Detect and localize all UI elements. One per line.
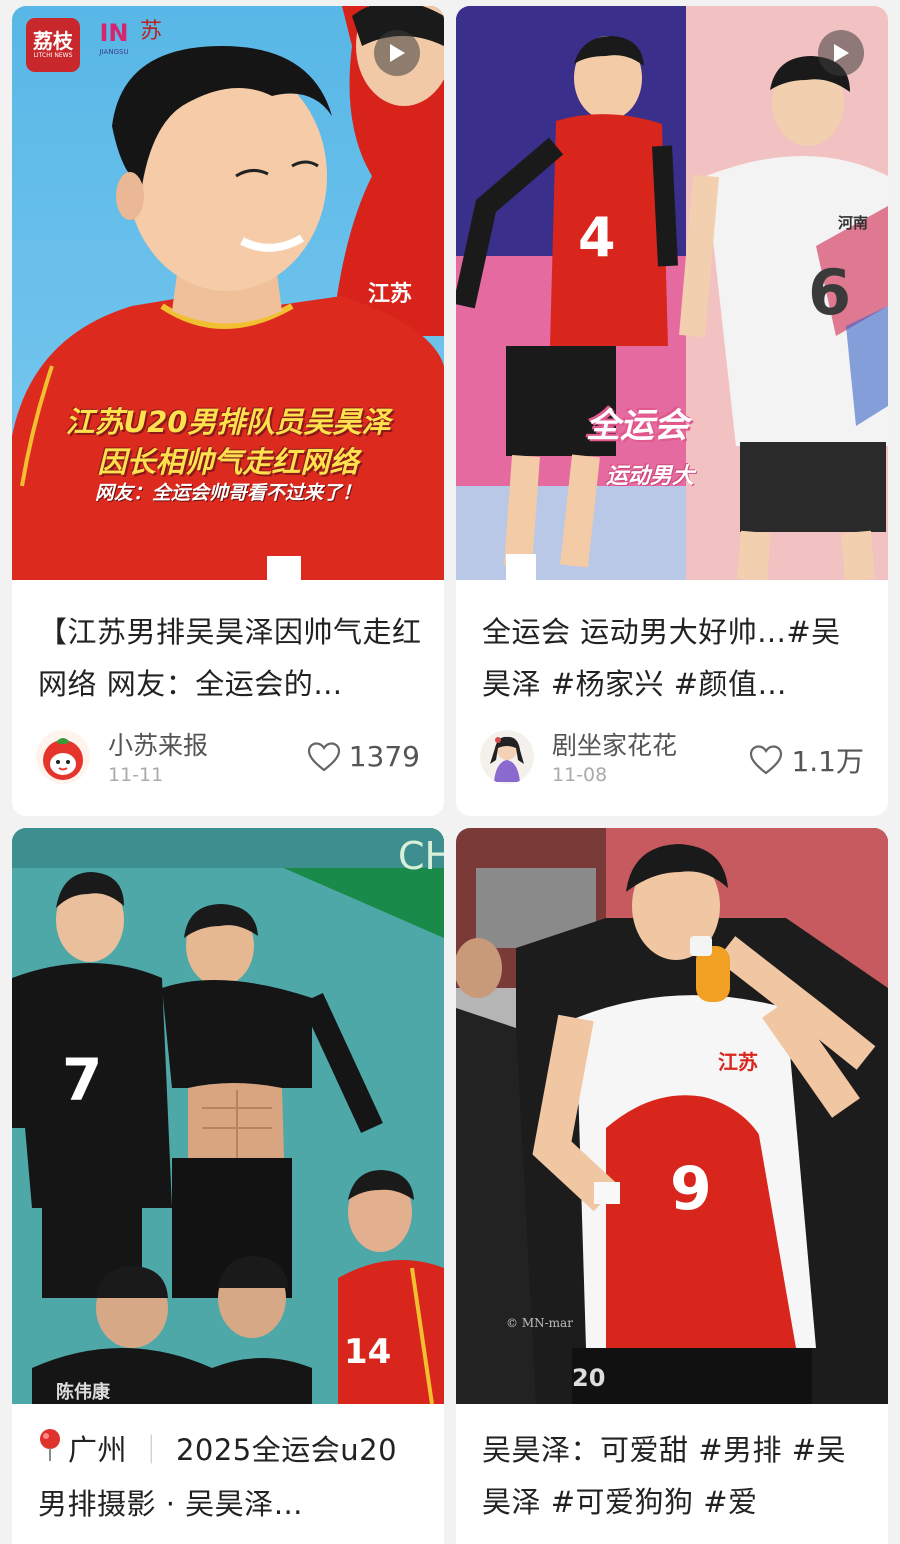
- author-name[interactable]: 剧坐家花花: [552, 726, 677, 762]
- avatar[interactable]: [480, 730, 534, 784]
- card-thumbnail[interactable]: 荔枝 LITCHI NEWS IN JIANGSU 苏 江苏 江苏U20男排队员…: [12, 6, 444, 580]
- jersey-number-9: 9: [670, 1154, 712, 1224]
- post-date: 11-11: [108, 764, 164, 786]
- volleyball-team-photo: [12, 828, 444, 1404]
- jersey-number-7: 7: [62, 1046, 103, 1114]
- feed-card-1[interactable]: 荔枝 LITCHI NEWS IN JIANGSU 苏 江苏 江苏U20男排队员…: [12, 6, 444, 816]
- card-thumbnail[interactable]: 4 6 河南 全运会 运动男大: [456, 6, 888, 580]
- play-icon[interactable]: [374, 30, 420, 76]
- like-count: 1.1万: [791, 745, 864, 778]
- banner-text: CH: [398, 834, 444, 878]
- jersey-number-right: 6: [808, 256, 852, 329]
- feed-card-2[interactable]: 4 6 河南 全运会 运动男大 全运会 运动男大好帅...#吴昊泽 #杨家兴 #…: [456, 6, 888, 816]
- like-count: 1379: [348, 740, 420, 773]
- headline-subline: 运动男大: [606, 464, 695, 489]
- card-title[interactable]: 广州 ｜ 2025全运会u20男排摄影 · 吴昊泽…: [38, 1424, 422, 1530]
- author-name[interactable]: 小苏来报: [108, 726, 208, 762]
- headline-overlay: 江苏U20男排队员吴昊泽 因长相帅气走红网络: [12, 402, 444, 482]
- jersey-text: 江苏: [368, 281, 413, 307]
- jersey-name-band: 陈伟康: [56, 1382, 110, 1403]
- jersey-number-back: 20: [572, 1364, 606, 1392]
- like-button[interactable]: 1379: [307, 740, 420, 773]
- jiangsu-emblem-logo: 苏: [140, 19, 163, 44]
- in-jiangsu-logo: IN JIANGSU: [99, 19, 129, 56]
- headline-line-2: 因长相帅气走红网络: [97, 445, 359, 479]
- headline-line-1: 江苏U20男排队员吴昊泽: [65, 405, 391, 439]
- card-title[interactable]: 【江苏男排吴昊泽因帅气走红网络 网友：全运会的…: [38, 606, 422, 710]
- card-meta: 小苏来报 11-11 1379: [36, 726, 420, 786]
- card-title[interactable]: 全运会 运动男大好帅...#吴昊泽 #杨家兴 #颜值…: [482, 606, 866, 710]
- card-thumbnail[interactable]: CH 7 14 陈伟康: [12, 828, 444, 1404]
- play-icon[interactable]: [818, 30, 864, 76]
- card-meta: 剧坐家花花 11-08 1.1万: [480, 726, 864, 786]
- feed-card-3[interactable]: CH 7 14 陈伟康 广州 ｜ 2025全运会u20男排摄影 · 吴昊泽…: [12, 828, 444, 1544]
- post-date: 11-08: [552, 764, 608, 786]
- location-pin-icon: [38, 1426, 62, 1478]
- heart-icon: [307, 741, 340, 771]
- jersey-number-14: 14: [344, 1332, 392, 1372]
- card-title[interactable]: 吴昊泽：可爱甜 #男排 #吴昊泽 #可爱狗狗 #爱: [482, 1424, 866, 1528]
- feed-card-4[interactable]: 9 江苏 © MN-mar 20 吴昊泽：可爱甜 #男排 #吴昊泽 #可爱狗狗 …: [456, 828, 888, 1544]
- avatar[interactable]: [36, 730, 90, 784]
- photo-watermark: © MN-mar: [506, 1316, 573, 1330]
- jersey-team-text: 江苏: [718, 1050, 758, 1074]
- headline-overlay: 全运会: [586, 406, 688, 446]
- jersey-number-left: 4: [578, 206, 616, 269]
- like-button[interactable]: 1.1万: [749, 740, 864, 780]
- headline-subline: 网友：全运会帅哥看不过来了！: [94, 482, 361, 504]
- heart-icon: [750, 745, 783, 775]
- litchi-news-logo: 荔枝 LITCHI NEWS: [26, 18, 80, 72]
- title-separator: ｜: [127, 1433, 176, 1467]
- jersey-team-right: 河南: [838, 214, 869, 232]
- title-location: 广州: [68, 1433, 128, 1467]
- card-thumbnail[interactable]: 9 江苏 © MN-mar 20: [456, 828, 888, 1404]
